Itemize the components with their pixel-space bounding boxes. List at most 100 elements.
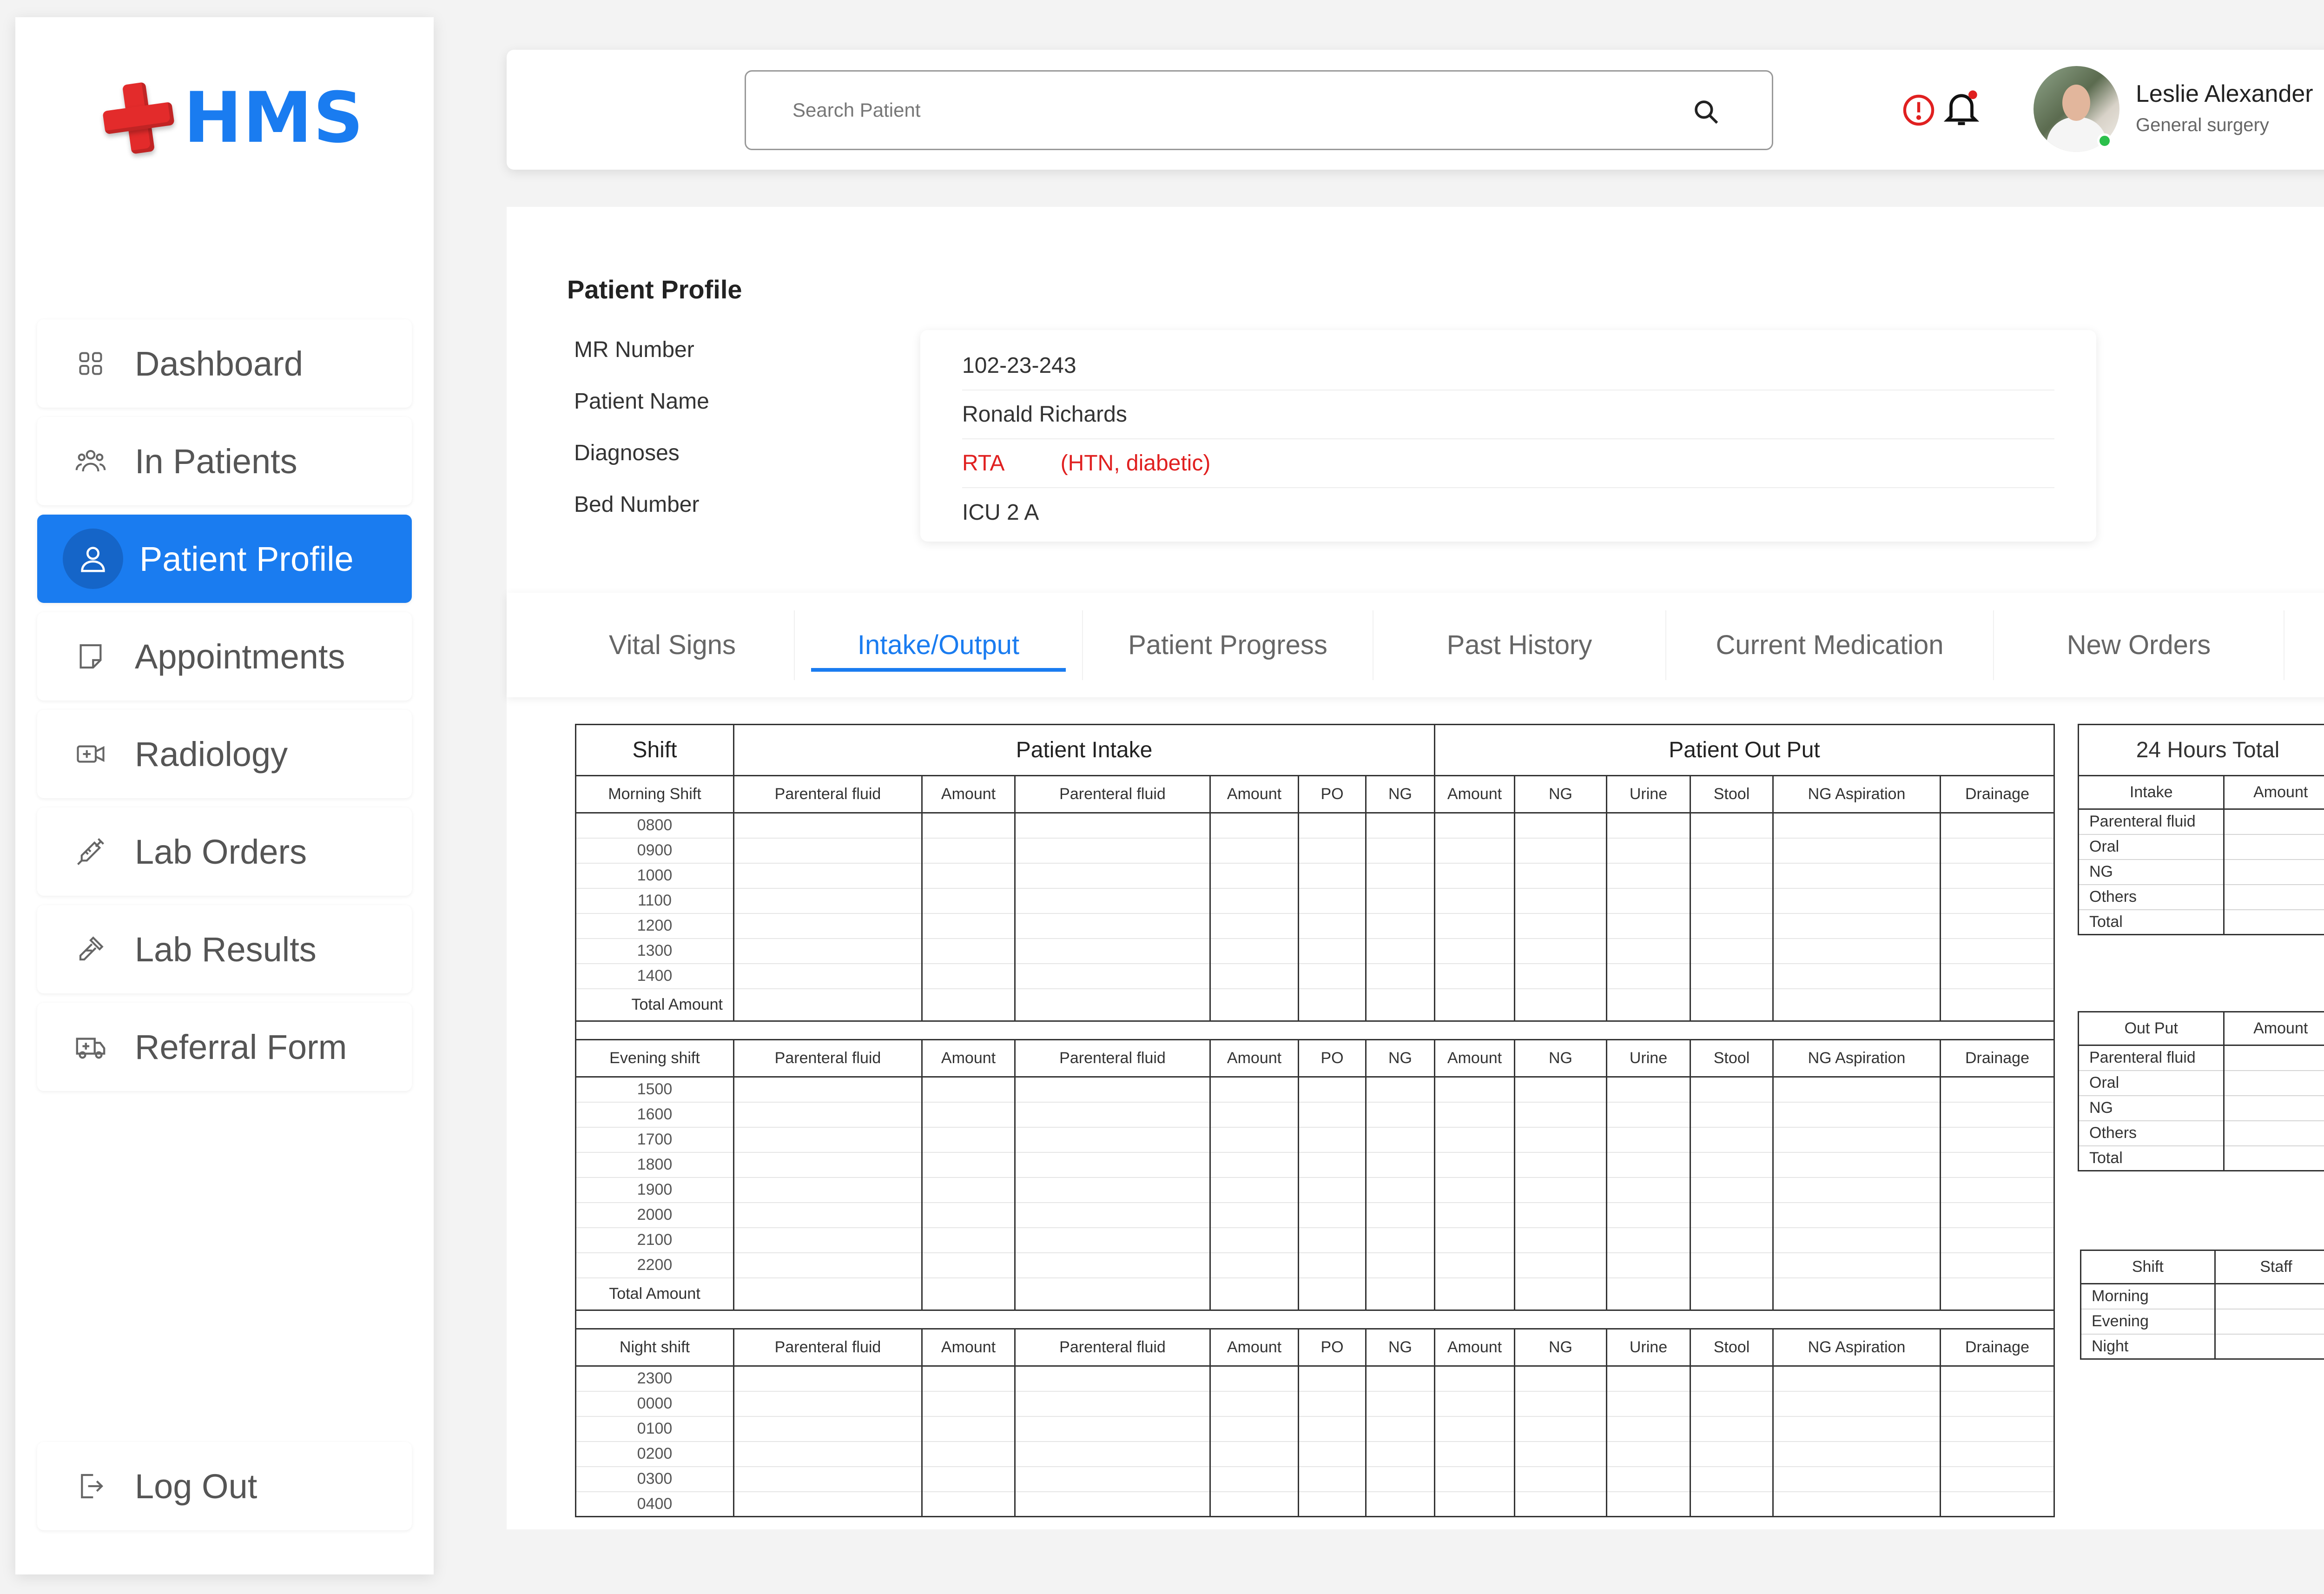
entry-cell[interactable] (1690, 1202, 1774, 1228)
entry-cell[interactable] (1940, 913, 2055, 939)
entry-cell[interactable] (1606, 1416, 1691, 1442)
entry-cell[interactable] (1014, 1441, 1211, 1467)
entry-cell[interactable] (1434, 963, 1515, 989)
entry-cell[interactable] (733, 1152, 923, 1178)
entry-cell[interactable] (1298, 938, 1367, 964)
sidebar-item-radiology[interactable]: Radiology (37, 710, 412, 798)
entry-cell[interactable] (1690, 913, 1774, 939)
entry-cell[interactable] (921, 1466, 1016, 1492)
entry-cell[interactable] (921, 888, 1016, 914)
entry-cell[interactable] (1940, 888, 2055, 914)
entry-cell[interactable] (1298, 1391, 1367, 1417)
entry-cell[interactable] (733, 1391, 923, 1417)
entry-cell[interactable] (1434, 888, 1515, 914)
entry-cell[interactable] (1209, 1252, 1299, 1278)
entry-cell[interactable] (1209, 1152, 1299, 1178)
entry-cell[interactable] (1434, 1466, 1515, 1492)
entry-cell[interactable] (1298, 1202, 1367, 1228)
sidebar-item-in-patients[interactable]: In Patients (37, 417, 412, 505)
entry-cell[interactable] (921, 1102, 1016, 1128)
app-logo[interactable]: HMS (102, 78, 364, 159)
entry-cell[interactable] (1014, 1202, 1211, 1228)
entry-cell[interactable] (1434, 1102, 1515, 1128)
entry-cell[interactable] (1606, 1127, 1691, 1153)
entry-cell[interactable] (1365, 1102, 1435, 1128)
entry-cell[interactable] (1940, 838, 2055, 864)
value-cell[interactable] (2214, 1283, 2324, 1310)
entry-cell[interactable] (1606, 913, 1691, 939)
entry-cell[interactable] (1606, 1391, 1691, 1417)
entry-cell[interactable] (1690, 1366, 1774, 1392)
value-cell[interactable] (2223, 884, 2324, 910)
entry-cell[interactable] (1209, 913, 1299, 939)
total-cell[interactable] (1772, 1277, 1941, 1310)
entry-cell[interactable] (1772, 1491, 1941, 1517)
entry-cell[interactable] (1014, 1102, 1211, 1128)
entry-cell[interactable] (921, 913, 1016, 939)
total-cell[interactable] (733, 1277, 923, 1310)
entry-cell[interactable] (1690, 1152, 1774, 1178)
entry-cell[interactable] (733, 888, 923, 914)
entry-cell[interactable] (1940, 938, 2055, 964)
entry-cell[interactable] (1690, 1491, 1774, 1517)
entry-cell[interactable] (1434, 1077, 1515, 1103)
entry-cell[interactable] (1772, 1391, 1941, 1417)
entry-cell[interactable] (1606, 838, 1691, 864)
entry-cell[interactable] (1434, 1491, 1515, 1517)
entry-cell[interactable] (1434, 838, 1515, 864)
entry-cell[interactable] (1365, 1366, 1435, 1392)
entry-cell[interactable] (1514, 1227, 1607, 1253)
total-cell[interactable] (1514, 988, 1607, 1021)
total-cell[interactable] (1365, 1277, 1435, 1310)
entry-cell[interactable] (1014, 813, 1211, 839)
entry-cell[interactable] (1690, 838, 1774, 864)
entry-cell[interactable] (1772, 1177, 1941, 1203)
entry-cell[interactable] (1940, 1252, 2055, 1278)
entry-cell[interactable] (1514, 888, 1607, 914)
entry-cell[interactable] (1014, 1391, 1211, 1417)
tab-patient-progress[interactable]: Patient Progress (1083, 610, 1373, 680)
entry-cell[interactable] (1365, 1252, 1435, 1278)
entry-cell[interactable] (1209, 838, 1299, 864)
entry-cell[interactable] (1606, 1077, 1691, 1103)
logout-button[interactable]: Log Out (37, 1442, 412, 1530)
entry-cell[interactable] (1209, 1102, 1299, 1128)
entry-cell[interactable] (1014, 1127, 1211, 1153)
entry-cell[interactable] (1772, 1202, 1941, 1228)
entry-cell[interactable] (1940, 863, 2055, 889)
entry-cell[interactable] (1606, 1202, 1691, 1228)
entry-cell[interactable] (1014, 1077, 1211, 1103)
entry-cell[interactable] (1606, 938, 1691, 964)
entry-cell[interactable] (1014, 1466, 1211, 1492)
entry-cell[interactable] (1690, 1252, 1774, 1278)
entry-cell[interactable] (1606, 1491, 1691, 1517)
entry-cell[interactable] (1772, 938, 1941, 964)
entry-cell[interactable] (1772, 913, 1941, 939)
entry-cell[interactable] (1514, 1202, 1607, 1228)
entry-cell[interactable] (1514, 1441, 1607, 1467)
total-cell[interactable] (1365, 988, 1435, 1021)
entry-cell[interactable] (1690, 963, 1774, 989)
entry-cell[interactable] (733, 1077, 923, 1103)
entry-cell[interactable] (1940, 963, 2055, 989)
total-cell[interactable] (1209, 988, 1299, 1021)
total-cell[interactable] (1514, 1277, 1607, 1310)
entry-cell[interactable] (1514, 1152, 1607, 1178)
search-input[interactable]: Search Patient (745, 70, 1773, 150)
entry-cell[interactable] (1014, 1227, 1211, 1253)
entry-cell[interactable] (1606, 813, 1691, 839)
entry-cell[interactable] (1514, 963, 1607, 989)
entry-cell[interactable] (1940, 1227, 2055, 1253)
entry-cell[interactable] (1209, 1491, 1299, 1517)
entry-cell[interactable] (1606, 1252, 1691, 1278)
total-cell[interactable] (1772, 988, 1941, 1021)
entry-cell[interactable] (1434, 1366, 1515, 1392)
sidebar-item-lab-orders[interactable]: Lab Orders (37, 807, 412, 896)
entry-cell[interactable] (1690, 1102, 1774, 1128)
entry-cell[interactable] (921, 1391, 1016, 1417)
entry-cell[interactable] (1014, 913, 1211, 939)
entry-cell[interactable] (1606, 1152, 1691, 1178)
entry-cell[interactable] (1365, 1441, 1435, 1467)
sidebar-item-appointments[interactable]: Appointments (37, 612, 412, 701)
total-cell[interactable] (1606, 988, 1691, 1021)
